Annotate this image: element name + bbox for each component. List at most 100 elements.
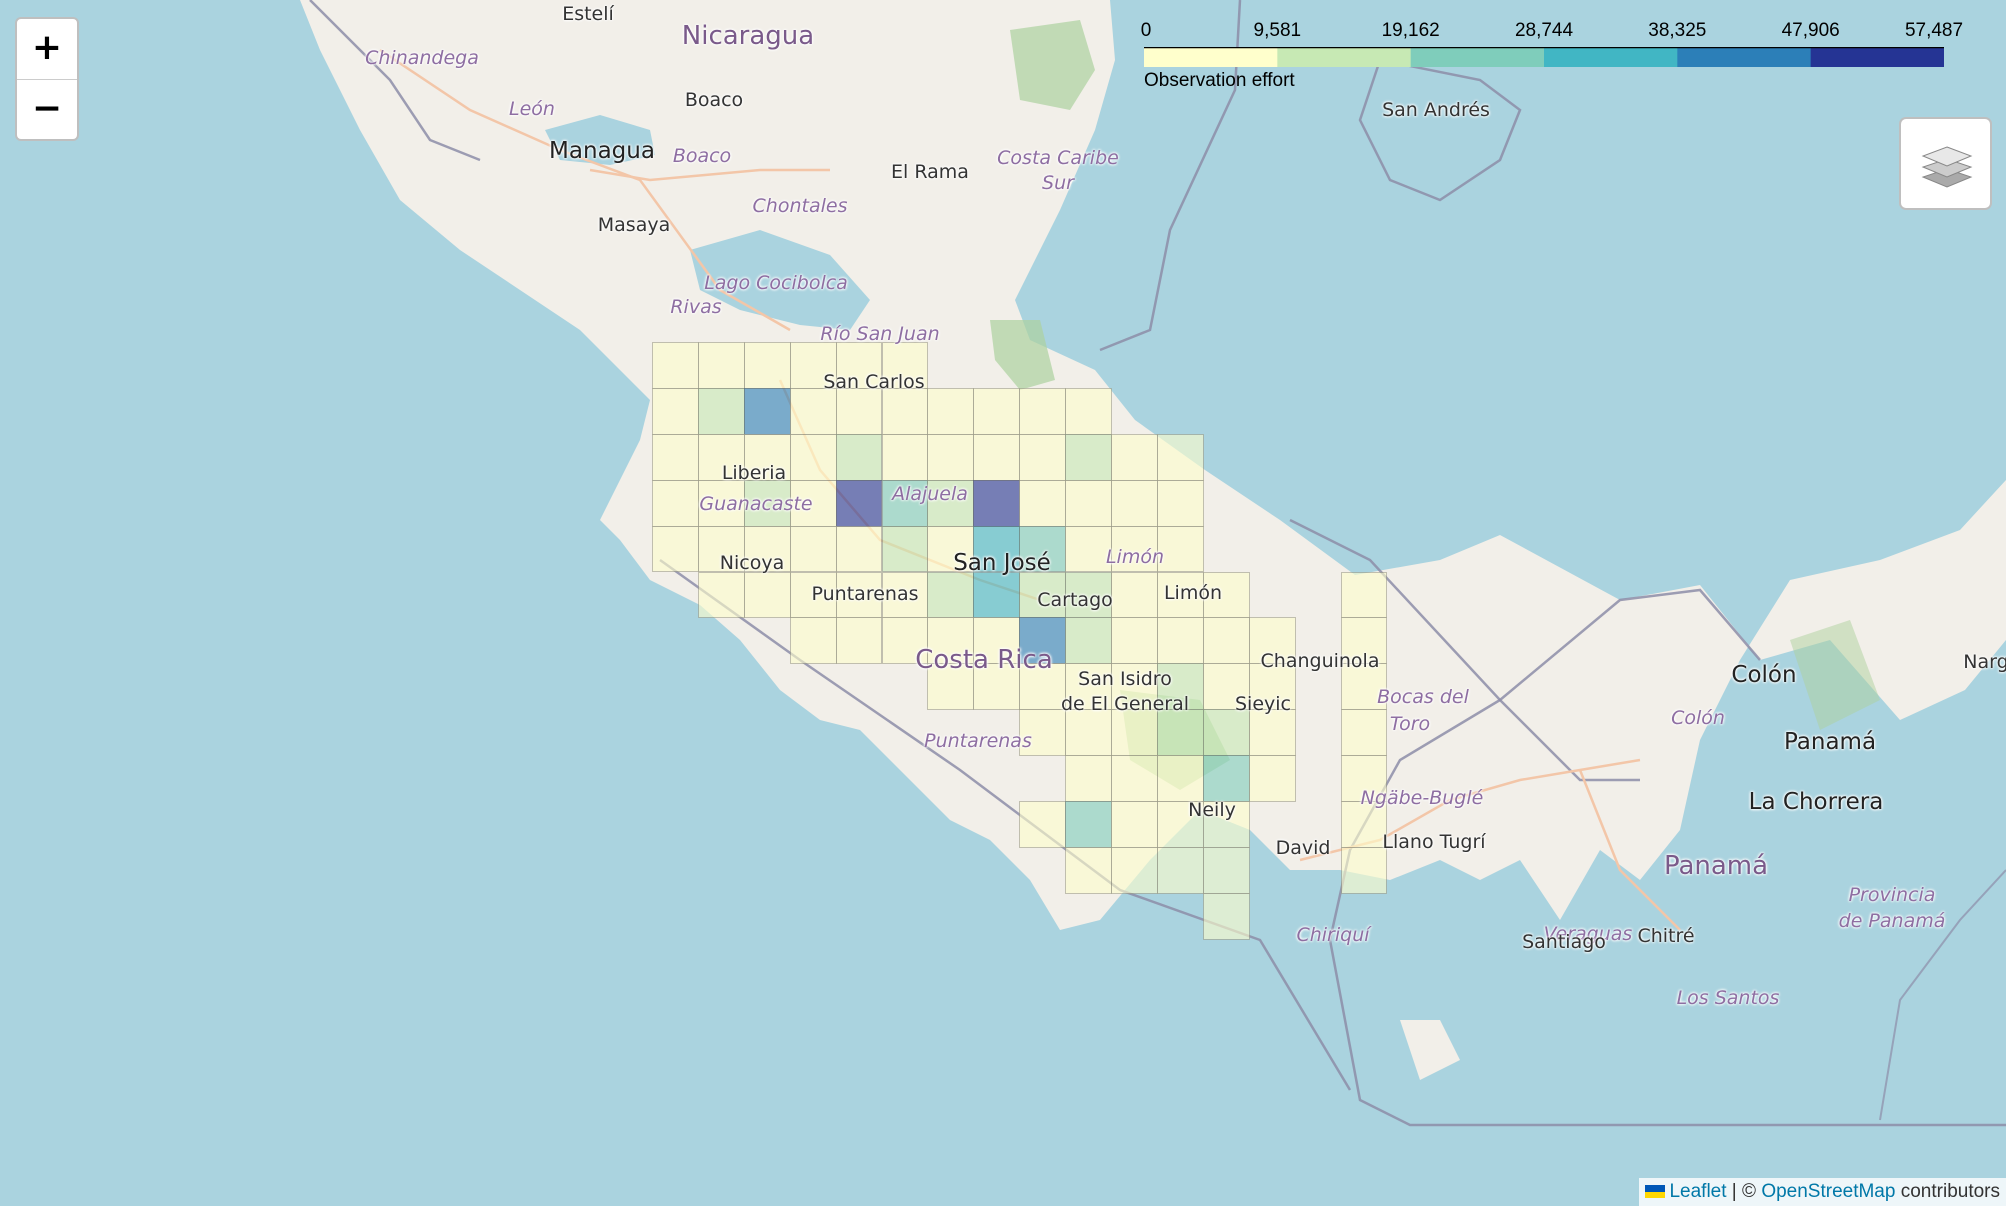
grid-cell[interactable] — [1202, 801, 1250, 848]
grid-cell[interactable] — [1019, 663, 1067, 711]
grid-cell[interactable] — [1019, 617, 1067, 665]
grid-cell[interactable] — [835, 617, 883, 665]
grid-cell[interactable] — [1111, 479, 1158, 527]
grid-cell[interactable] — [1065, 846, 1112, 894]
grid-cell[interactable] — [1065, 525, 1112, 573]
grid-cell[interactable] — [1111, 709, 1158, 757]
grid-cell[interactable] — [1156, 663, 1204, 711]
grid-cell[interactable] — [1340, 801, 1388, 848]
grid-cell[interactable] — [927, 525, 975, 573]
grid-cell[interactable] — [973, 525, 1021, 573]
grid-cell[interactable] — [835, 433, 883, 481]
grid-cell[interactable] — [835, 479, 883, 527]
grid-cell[interactable] — [835, 571, 883, 619]
grid-cell[interactable] — [1202, 709, 1250, 757]
grid-cell[interactable] — [1019, 525, 1067, 573]
grid-cell[interactable] — [1248, 617, 1296, 665]
grid-cell[interactable] — [1111, 663, 1158, 711]
grid-cell[interactable] — [1019, 801, 1067, 848]
grid-cell[interactable] — [1065, 571, 1112, 619]
grid-cell[interactable] — [881, 617, 929, 665]
grid-cell[interactable] — [652, 479, 699, 527]
grid-cell[interactable] — [1202, 617, 1250, 665]
grid-cell[interactable] — [743, 525, 791, 573]
osm-link[interactable]: OpenStreetMap — [1761, 1181, 1895, 1202]
grid-cell[interactable] — [1340, 663, 1388, 711]
grid-cell[interactable] — [881, 433, 929, 481]
grid-cell[interactable] — [1340, 755, 1388, 802]
grid-cell[interactable] — [1019, 479, 1067, 527]
grid-cell[interactable] — [652, 342, 699, 389]
grid-cell[interactable] — [1156, 525, 1204, 573]
grid-cell[interactable] — [927, 571, 975, 619]
grid-cell[interactable] — [927, 433, 975, 481]
grid-cell[interactable] — [1065, 663, 1112, 711]
grid-cell[interactable] — [1156, 433, 1204, 481]
grid-cell[interactable] — [1156, 571, 1204, 619]
grid-cell[interactable] — [697, 387, 745, 435]
grid-cell[interactable] — [789, 479, 837, 527]
grid-cell[interactable] — [1111, 617, 1158, 665]
grid-cell[interactable] — [881, 571, 929, 619]
grid-cell[interactable] — [973, 479, 1021, 527]
grid-cell[interactable] — [697, 479, 745, 527]
grid-cell[interactable] — [743, 342, 791, 389]
grid-cell[interactable] — [1065, 387, 1112, 435]
grid-cell[interactable] — [973, 617, 1021, 665]
grid-cell[interactable] — [1111, 801, 1158, 848]
grid-cell[interactable] — [835, 342, 883, 389]
zoom-in-button[interactable]: + — [17, 19, 77, 80]
grid-cell[interactable] — [927, 387, 975, 435]
grid-cell[interactable] — [1202, 755, 1250, 802]
leaflet-link[interactable]: Leaflet — [1669, 1181, 1726, 1202]
grid-cell[interactable] — [1111, 571, 1158, 619]
grid-cell[interactable] — [697, 571, 745, 619]
grid-cell[interactable] — [697, 342, 745, 389]
grid-cell[interactable] — [881, 387, 929, 435]
grid-cell[interactable] — [927, 479, 975, 527]
map-container[interactable]: Estelí Nicaragua Chinandega León Boaco Managu… — [0, 0, 2006, 1206]
grid-cell[interactable] — [1111, 755, 1158, 802]
grid-cell[interactable] — [1019, 433, 1067, 481]
grid-cell[interactable] — [743, 387, 791, 435]
grid-cell[interactable] — [1156, 617, 1204, 665]
grid-cell[interactable] — [835, 387, 883, 435]
grid-cell[interactable] — [789, 342, 837, 389]
grid-cell[interactable] — [1111, 433, 1158, 481]
grid-cell[interactable] — [1156, 846, 1204, 894]
grid-cell[interactable] — [789, 387, 837, 435]
grid-cell[interactable] — [881, 525, 929, 573]
zoom-out-button[interactable]: − — [17, 80, 77, 139]
grid-cell[interactable] — [1202, 571, 1250, 619]
grid-cell[interactable] — [1065, 709, 1112, 757]
grid-cell[interactable] — [1019, 387, 1067, 435]
grid-cell[interactable] — [973, 571, 1021, 619]
grid-cell[interactable] — [835, 525, 883, 573]
grid-cell[interactable] — [1202, 846, 1250, 894]
grid-cell[interactable] — [652, 387, 699, 435]
grid-cell[interactable] — [1156, 709, 1204, 757]
grid-cell[interactable] — [652, 433, 699, 481]
grid-cell[interactable] — [973, 433, 1021, 481]
grid-cell[interactable] — [1111, 846, 1158, 894]
grid-cell[interactable] — [1248, 663, 1296, 711]
grid-cell[interactable] — [1202, 892, 1250, 940]
grid-cell[interactable] — [1065, 801, 1112, 848]
grid-cell[interactable] — [927, 617, 975, 665]
grid-cell[interactable] — [1340, 617, 1388, 665]
grid-cell[interactable] — [743, 433, 791, 481]
grid-cell[interactable] — [1065, 755, 1112, 802]
grid-cell[interactable] — [789, 433, 837, 481]
grid-cell[interactable] — [652, 525, 699, 573]
grid-cell[interactable] — [1340, 846, 1388, 894]
grid-cell[interactable] — [881, 479, 929, 527]
grid-cell[interactable] — [973, 663, 1021, 711]
grid-cell[interactable] — [1156, 755, 1204, 802]
grid-cell[interactable] — [697, 433, 745, 481]
grid-cell[interactable] — [1156, 479, 1204, 527]
grid-cell[interactable] — [1340, 709, 1388, 757]
grid-cell[interactable] — [1340, 571, 1388, 619]
grid-cell[interactable] — [1202, 663, 1250, 711]
grid-cell[interactable] — [1111, 525, 1158, 573]
grid-cell[interactable] — [789, 525, 837, 573]
